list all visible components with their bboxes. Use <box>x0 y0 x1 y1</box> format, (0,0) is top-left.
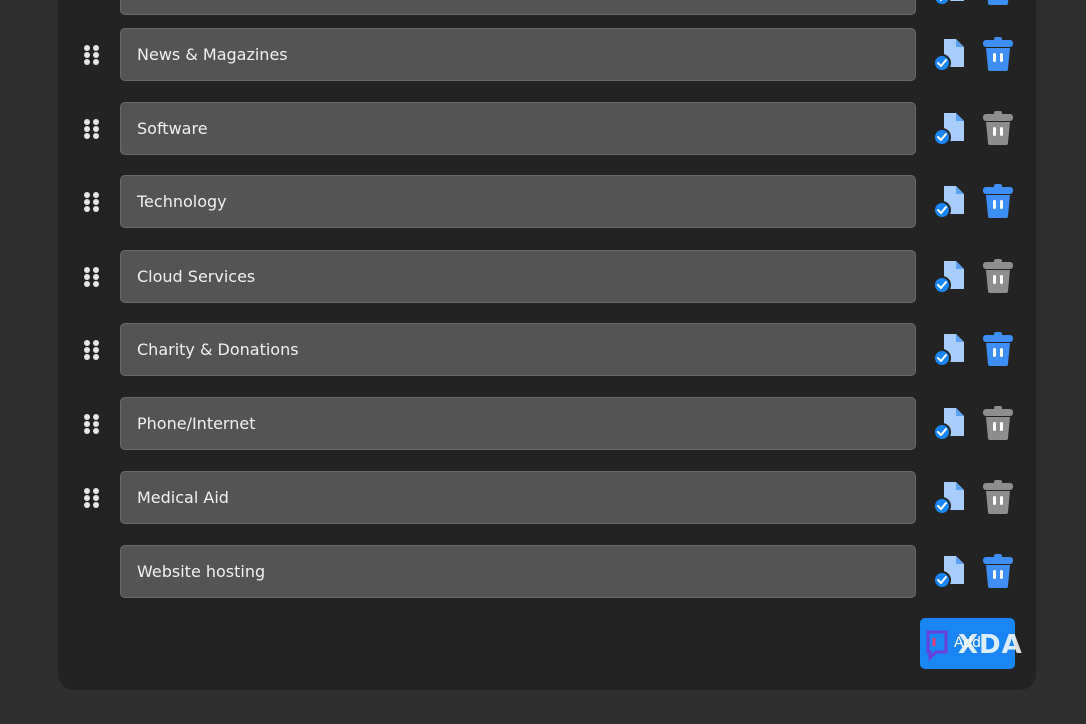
category-name-field[interactable]: News & Magazines <box>120 28 916 81</box>
drag-handle-icon[interactable] <box>84 414 100 434</box>
document-check-icon[interactable] <box>932 257 968 295</box>
drag-handle-icon[interactable] <box>84 192 100 212</box>
trash-icon[interactable] <box>980 404 1016 442</box>
document-check-icon[interactable] <box>932 404 968 442</box>
category-name-field[interactable]: Phone/Internet <box>120 397 916 450</box>
trash-icon[interactable] <box>980 182 1016 220</box>
trash-icon[interactable] <box>980 330 1016 368</box>
category-row: Technology <box>58 175 1036 229</box>
watermark-text: XDA <box>958 630 1023 660</box>
category-name-field[interactable] <box>120 0 916 15</box>
category-name-field[interactable]: Technology <box>120 175 916 228</box>
trash-icon[interactable] <box>980 257 1016 295</box>
drag-handle-icon[interactable] <box>84 267 100 287</box>
document-check-icon[interactable] <box>932 109 968 147</box>
document-check-icon[interactable] <box>932 552 968 590</box>
trash-icon[interactable] <box>980 552 1016 590</box>
category-name-field[interactable]: Software <box>120 102 916 155</box>
category-name-field[interactable]: Charity & Donations <box>120 323 916 376</box>
trash-icon[interactable] <box>980 35 1016 73</box>
document-check-icon[interactable] <box>932 0 968 7</box>
category-name-field[interactable]: Cloud Services <box>120 250 916 303</box>
drag-handle-icon[interactable] <box>84 119 100 139</box>
drag-handle-icon[interactable] <box>84 340 100 360</box>
category-row: Website hosting <box>58 545 1036 599</box>
category-row: Cloud Services <box>58 250 1036 304</box>
document-check-icon[interactable] <box>932 35 968 73</box>
category-row <box>58 0 1036 16</box>
document-check-icon[interactable] <box>932 330 968 368</box>
category-row: Phone/Internet <box>58 397 1036 451</box>
xda-watermark: XDA <box>924 628 1028 662</box>
categories-panel: News & Magazines Software Technology Cloud … <box>58 0 1036 690</box>
drag-handle-icon[interactable] <box>84 45 100 65</box>
trash-icon[interactable] <box>980 0 1016 7</box>
category-row: Software <box>58 102 1036 156</box>
category-row: Charity & Donations <box>58 323 1036 377</box>
trash-icon[interactable] <box>980 109 1016 147</box>
category-row: News & Magazines <box>58 28 1036 82</box>
drag-handle-icon[interactable] <box>84 488 100 508</box>
trash-icon[interactable] <box>980 478 1016 516</box>
category-row: Medical Aid <box>58 471 1036 525</box>
category-name-field[interactable]: Medical Aid <box>120 471 916 524</box>
category-name-field[interactable]: Website hosting <box>120 545 916 598</box>
document-check-icon[interactable] <box>932 182 968 220</box>
document-check-icon[interactable] <box>932 478 968 516</box>
xda-logo-icon <box>926 630 948 662</box>
